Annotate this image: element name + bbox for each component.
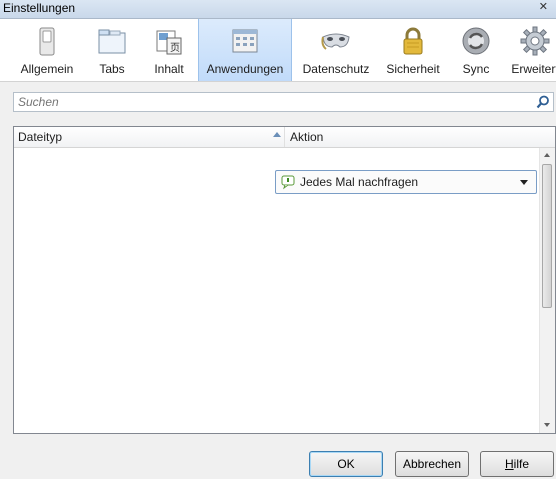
tab-label: Datenschutz (302, 62, 370, 76)
search-icon[interactable] (536, 95, 550, 109)
column-header-aktion[interactable]: Aktion (290, 130, 323, 144)
table-row[interactable]: Adobe Acrobat XML-FormularAdobe Acrobat … (14, 236, 540, 258)
scroll-down-icon[interactable] (540, 418, 555, 433)
tab-allgemein[interactable]: Allgemein (12, 19, 82, 81)
switch-icon (39, 27, 55, 56)
table-row[interactable]: Adobe Acrobat Forms-Dokument (applica...… (14, 214, 540, 236)
help-button[interactable]: Hilfe (480, 451, 554, 477)
tab-sync[interactable]: Sync (453, 19, 499, 81)
vertical-scrollbar[interactable] (539, 148, 555, 433)
column-header-dateityp[interactable]: Dateityp (18, 130, 62, 144)
ask-icon (281, 175, 295, 190)
table-row[interactable]: JPEG Image (image/jpeg)Jedes Mal nachfra… (14, 324, 540, 346)
scroll-up-icon[interactable] (540, 148, 555, 163)
tab-erweitert[interactable]: Erweitert (506, 19, 556, 81)
table-row[interactable]: Adobe Acrobat Forms-Dokument (applica...… (14, 192, 540, 214)
tab-anwendungen[interactable]: Anwendungen (198, 19, 292, 81)
sort-ascending-icon (273, 132, 281, 137)
sync-icon (462, 27, 490, 55)
window-title: Einstellungen (3, 1, 76, 15)
search-field[interactable] (13, 92, 554, 112)
close-icon[interactable]: ✕ (539, 0, 548, 13)
table-row[interactable]: MPEG Layer 3 AudiodateiJedes Mal nachfra… (14, 390, 540, 412)
table-row[interactable]: mailtoThunderbird.Url.mailto verwenden (… (14, 346, 540, 368)
table-row[interactable]: Adobe Acrobat Document (application/pdf)… (14, 148, 540, 170)
help-accesskey: H (504, 457, 514, 471)
tab-label: Sicherheit (386, 62, 440, 76)
table-row[interactable]: JPEG Image (application/force-download)J… (14, 302, 540, 324)
tab-label: Sync (462, 62, 490, 76)
title-bar: Einstellungen ✕ (0, 0, 556, 19)
tab-inhalt[interactable]: 页 Inhalt (142, 19, 196, 81)
scrollbar-thumb[interactable] (542, 164, 552, 308)
privacy-mask-icon (321, 33, 350, 50)
tabs-window-icon (98, 29, 126, 54)
padlock-icon (403, 27, 423, 55)
preferences-toolbar: Allgemein Tabs 页 Inhalt Anwendungen Date… (0, 19, 556, 82)
ok-button[interactable]: OK (309, 451, 383, 477)
tab-label: Tabs (99, 62, 125, 76)
table-row[interactable]: ircJedes Mal nachfragen (14, 258, 540, 280)
cancel-button[interactable]: Abbrechen (395, 451, 469, 477)
tab-label: Inhalt (154, 62, 184, 76)
help-label-rest: ilfe (513, 457, 529, 471)
applications-table: Dateityp Aktion Adobe Acrobat Document (… (13, 126, 556, 434)
table-row[interactable]: PodcastVorschau in Firefox (14, 412, 540, 433)
action-label: Jedes Mal nachfragen (300, 175, 419, 189)
table-row[interactable]: Microsoft Works-TabellenkalkulationJedes… (14, 368, 540, 390)
content-page-icon: 页 (156, 30, 182, 55)
svg-text:页: 页 (170, 42, 180, 54)
table-header: Dateityp Aktion (14, 127, 555, 148)
tab-tabs[interactable]: Tabs (86, 19, 138, 81)
tab-label: Erweitert (511, 62, 556, 76)
tab-datenschutz[interactable]: Datenschutz (297, 19, 375, 81)
action-dropdown[interactable]: Jedes Mal nachfragen (275, 170, 537, 194)
gear-icon (520, 26, 550, 56)
tab-label: Anwendungen (206, 62, 284, 76)
search-input[interactable] (14, 93, 528, 111)
dropdown-arrow-icon[interactable] (520, 180, 528, 185)
table-row[interactable]: Adobe Acrobat Document (application/un..… (14, 170, 540, 194)
column-divider[interactable] (284, 127, 285, 147)
tab-sicherheit[interactable]: Sicherheit (381, 19, 445, 81)
applications-icon (232, 29, 258, 53)
tab-label: Allgemein (20, 62, 74, 76)
table-row[interactable]: ircsJedes Mal nachfragen (14, 280, 540, 302)
